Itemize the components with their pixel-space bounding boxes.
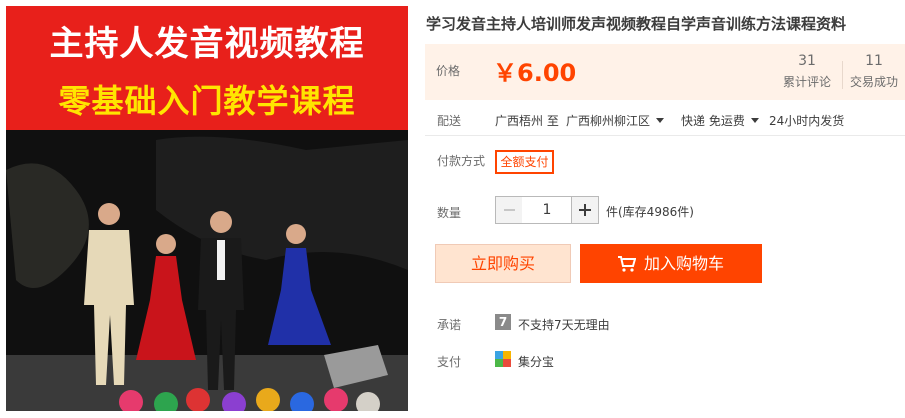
- ship-method-label: 快递 免运费: [681, 114, 745, 128]
- stage-illustration: [6, 130, 408, 411]
- ship-to-label: 广西柳州柳江区: [566, 114, 651, 128]
- add-to-cart-label: 加入购物车: [643, 254, 724, 273]
- dispatch-time: 24小时内发货: [769, 114, 845, 128]
- price-panel: 价格 ￥6.00 31 累计评论 11 交易成功: [425, 44, 905, 100]
- add-to-cart-button[interactable]: 加入购物车: [580, 244, 762, 283]
- product-image[interactable]: 主持人发音视频教程 零基础入门教学课程: [6, 6, 408, 411]
- stage-photo: [6, 130, 408, 411]
- quantity-decrease-button[interactable]: [495, 196, 523, 224]
- payment-option-full[interactable]: 全额支付: [495, 150, 554, 174]
- banner-line-2: 零基础入门教学课程: [58, 82, 356, 120]
- chevron-down-icon: [750, 118, 759, 123]
- buy-now-button[interactable]: 立即购买: [435, 244, 571, 283]
- quantity-label: 数量: [437, 206, 462, 220]
- promise-text: 不支持7天无理由: [518, 318, 610, 332]
- reviews-label: 累计评论: [782, 75, 831, 89]
- shipping-label: 配送: [437, 114, 462, 128]
- sales-label: 交易成功: [849, 75, 898, 89]
- sales-stat: 11 交易成功: [843, 53, 905, 90]
- price-value: ￥6.00: [493, 59, 577, 87]
- price-label: 价格: [436, 64, 461, 78]
- section-divider: [425, 135, 905, 136]
- reviews-count: 31: [798, 53, 816, 69]
- minus-icon: [504, 209, 515, 211]
- quantity-increase-button[interactable]: [571, 196, 599, 224]
- stock-text: 件(库存4986件): [606, 205, 694, 219]
- sales-count: 11: [865, 53, 883, 69]
- cart-icon: [617, 256, 637, 272]
- jifenbao-icon: [495, 351, 511, 367]
- reviews-stat[interactable]: 31 累计评论: [777, 53, 837, 90]
- quantity-input[interactable]: 1: [522, 196, 572, 224]
- pay-label: 支付: [437, 355, 462, 369]
- ship-from: 广西梧州 至: [495, 114, 559, 128]
- ship-to-select[interactable]: 广西柳州柳江区: [566, 112, 665, 129]
- no-return-icon: 7: [495, 314, 511, 330]
- promise-label: 承诺: [437, 318, 462, 332]
- chevron-down-icon: [656, 118, 665, 123]
- payment-method-label: 付款方式: [437, 154, 486, 168]
- product-title: 学习发音主持人培训师发声视频教程自学声音训练方法课程资料: [426, 15, 847, 33]
- pay-text: 集分宝: [518, 355, 555, 369]
- image-banner: 主持人发音视频教程 零基础入门教学课程: [6, 6, 408, 130]
- plus-icon-v: [584, 204, 586, 216]
- banner-line-1: 主持人发音视频教程: [49, 24, 365, 64]
- ship-method-select[interactable]: 快递 免运费: [681, 112, 759, 129]
